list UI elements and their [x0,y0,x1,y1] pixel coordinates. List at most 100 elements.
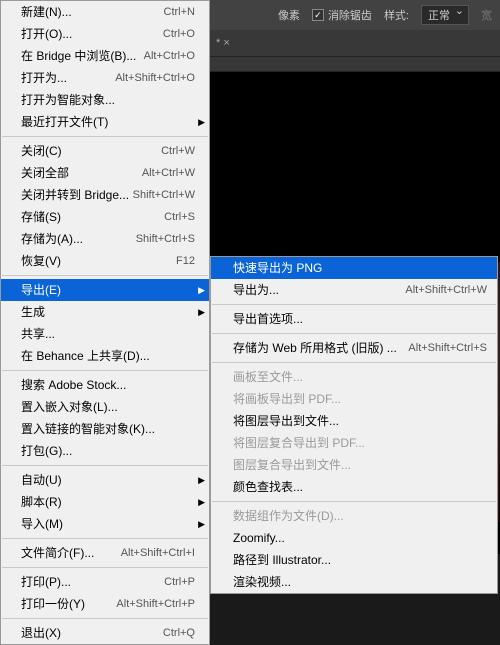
submenu-item: 将图层复合导出到 PDF... [211,432,497,454]
menu-separator [212,304,496,305]
menu-shortcut: Alt+Ctrl+O [144,48,195,64]
width-label: 宽 [481,7,492,23]
menu-item-label: 生成 [21,304,45,320]
submenu-item: 将画板导出到 PDF... [211,388,497,410]
menu-shortcut: Shift+Ctrl+W [133,187,195,203]
submenu-item: 数据组作为文件(D)... [211,505,497,527]
menu-separator [2,618,208,619]
menu-item-label: 数据组作为文件(D)... [233,508,344,524]
menu-item[interactable]: 文件简介(F)... Alt+Shift+Ctrl+I [1,542,209,564]
submenu-item[interactable]: 将图层导出到文件... [211,410,497,432]
menu-shortcut: Alt+Shift+Ctrl+S [408,340,487,356]
doc-tab[interactable]: * × [210,37,236,49]
menu-separator [212,501,496,502]
menu-item-label: 恢复(V) [21,253,61,269]
menu-item[interactable]: 存储为(A)...Shift+Ctrl+S [1,228,209,250]
menu-separator [2,136,208,137]
menu-item-label: 关闭(C) [21,143,62,159]
menu-separator [212,362,496,363]
menu-item-label: 存储(S) [21,209,61,225]
menu-shortcut: Alt+Shift+Ctrl+W [405,282,487,298]
file-menu[interactable]: 新建(N)...Ctrl+N打开(O)...Ctrl+O在 Bridge 中浏览… [0,0,210,645]
menu-item[interactable]: 关闭全部Alt+Ctrl+W [1,162,209,184]
submenu-item[interactable]: 渲染视频... [211,571,497,593]
submenu-item[interactable]: Zoomify... [211,527,497,549]
menu-item[interactable]: 退出(X) Ctrl+Q [1,622,209,644]
submenu-item[interactable]: 颜色查找表... [211,476,497,498]
submenu-item: 画板至文件... [211,366,497,388]
menu-item-label: 颜色查找表... [233,479,303,495]
menu-item-label: 自动(U) [21,472,62,488]
menu-shortcut: Shift+Ctrl+S [136,231,195,247]
menu-item-label: 快速导出为 PNG [233,260,322,276]
menu-item[interactable]: 关闭并转到 Bridge...Shift+Ctrl+W [1,184,209,206]
chevron-right-icon: ▶ [198,472,205,488]
menu-item-label: 退出(X) [21,625,61,641]
menu-item[interactable]: 置入链接的智能对象(K)... [1,418,209,440]
menu-item[interactable]: 生成 ▶ [1,301,209,323]
submenu-item[interactable]: 导出为... Alt+Shift+Ctrl+W [211,279,497,301]
menu-separator [2,370,208,371]
menu-item[interactable]: 在 Bridge 中浏览(B)...Alt+Ctrl+O [1,45,209,67]
export-submenu[interactable]: 快速导出为 PNG 导出为... Alt+Shift+Ctrl+W 导出首选项... 存… [210,256,498,594]
chevron-right-icon: ▶ [198,282,205,298]
unit-label: 像素 [278,7,300,23]
menu-item-label: 导出为... [233,282,279,298]
menu-item[interactable]: 打开为智能对象... [1,89,209,111]
menu-item-label: 将画板导出到 PDF... [233,391,341,407]
menu-shortcut: Alt+Shift+Ctrl+I [121,545,195,561]
menu-shortcut: Ctrl+Q [163,625,195,641]
menu-item[interactable]: 自动(U) ▶ [1,469,209,491]
chevron-right-icon: ▶ [198,304,205,320]
menu-item-label: 打印一份(Y) [21,596,85,612]
menu-item-label: 搜索 Adobe Stock... [21,377,126,393]
menu-item-label: 文件简介(F)... [21,545,94,561]
menu-item[interactable]: 共享... [1,323,209,345]
menu-separator [2,567,208,568]
menu-separator [212,333,496,334]
menu-item-label: 画板至文件... [233,369,303,385]
submenu-item: 图层复合导出到文件... [211,454,497,476]
submenu-item[interactable]: 存储为 Web 所用格式 (旧版) ... Alt+Shift+Ctrl+S [211,337,497,359]
menu-shortcut: Ctrl+O [163,26,195,42]
check-icon: ✓ [312,9,324,21]
menu-shortcut: Ctrl+W [161,143,195,159]
menu-item[interactable]: 新建(N)...Ctrl+N [1,1,209,23]
submenu-item[interactable]: 路径到 Illustrator... [211,549,497,571]
menu-item[interactable]: 恢复(V)F12 [1,250,209,272]
chevron-right-icon: ▶ [198,114,205,130]
menu-item-label: 渲染视频... [233,574,291,590]
menu-item[interactable]: 打印一份(Y) Alt+Shift+Ctrl+P [1,593,209,615]
menu-item[interactable]: 关闭(C) Ctrl+W [1,140,209,162]
menu-item-label: 置入嵌入对象(L)... [21,399,118,415]
menu-item[interactable]: 置入嵌入对象(L)... [1,396,209,418]
menu-item-label: 图层复合导出到文件... [233,457,351,473]
menu-item-label: 共享... [21,326,55,342]
menu-shortcut: Alt+Shift+Ctrl+O [115,70,195,86]
menu-item[interactable]: 打开(O)...Ctrl+O [1,23,209,45]
style-label: 样式: [384,7,409,23]
menu-item[interactable]: 存储(S)Ctrl+S [1,206,209,228]
menu-item[interactable]: 脚本(R)▶ [1,491,209,513]
menu-item-label: 导出首选项... [233,311,303,327]
menu-item-label: 关闭并转到 Bridge... [21,187,129,203]
menu-item[interactable]: 导出(E)▶ [1,279,209,301]
menu-item[interactable]: 最近打开文件(T)▶ [1,111,209,133]
menu-item-label: 将图层导出到文件... [233,413,339,429]
menu-item-label: 打包(G)... [21,443,72,459]
menu-item-label: 存储为 Web 所用格式 (旧版) ... [233,340,397,356]
submenu-item[interactable]: 导出首选项... [211,308,497,330]
submenu-item[interactable]: 快速导出为 PNG [211,257,497,279]
chevron-right-icon: ▶ [198,516,205,532]
menu-item[interactable]: 在 Behance 上共享(D)... [1,345,209,367]
menu-item[interactable]: 搜索 Adobe Stock... [1,374,209,396]
menu-item-label: 置入链接的智能对象(K)... [21,421,155,437]
style-select[interactable]: 正常 [421,5,469,25]
menu-item[interactable]: 导入(M)▶ [1,513,209,535]
menu-shortcut: Alt+Shift+Ctrl+P [116,596,195,612]
menu-item[interactable]: 打印(P)...Ctrl+P [1,571,209,593]
antialias-checkbox[interactable]: ✓ 消除锯齿 [312,7,372,23]
menu-item[interactable]: 打包(G)... [1,440,209,462]
menu-item-label: 打开为... [21,70,67,86]
menu-item[interactable]: 打开为... Alt+Shift+Ctrl+O [1,67,209,89]
